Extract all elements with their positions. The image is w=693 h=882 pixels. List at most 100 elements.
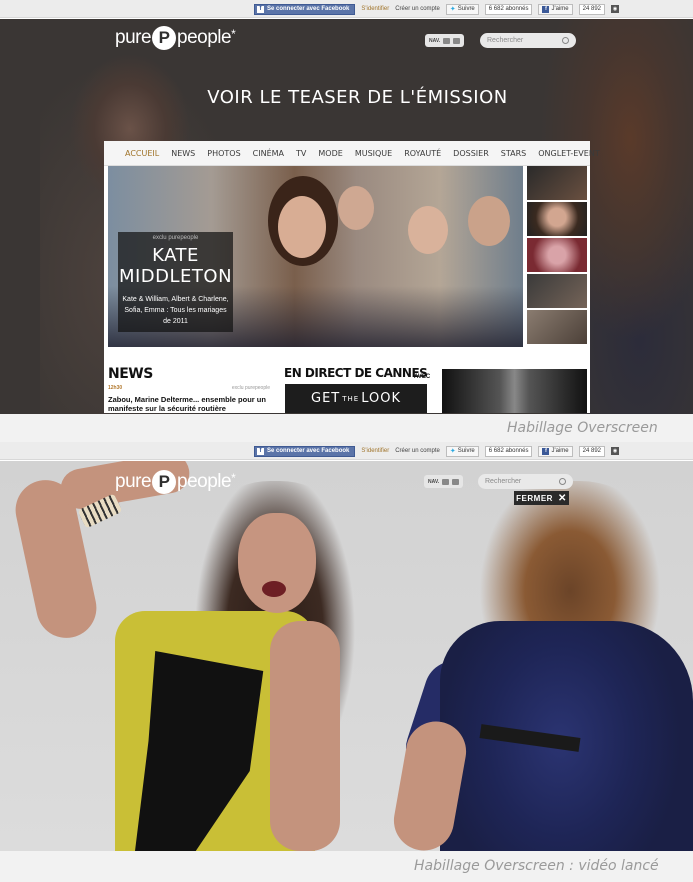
facebook-like-icon: f [542, 447, 550, 455]
main-nav: ACCUEIL NEWS PHOTOS CINÉMA TV MODE MUSIQ… [104, 141, 600, 166]
nav-item-news[interactable]: NEWS [171, 149, 195, 158]
search-placeholder: Rechercher [487, 37, 524, 44]
facebook-icon: f [257, 5, 264, 13]
site-content: ACCUEIL NEWS PHOTOS CINÉMA TV MODE MUSIQ… [104, 141, 600, 413]
overscreen-panel-static: pure P people * NAV. Rechercher VOIR LE … [0, 19, 693, 414]
search-input[interactable]: Rechercher [480, 33, 576, 48]
video-person-left-shoulder [270, 621, 340, 851]
nav-item-mode[interactable]: MODE [318, 149, 342, 158]
overscreen-panel-video: pure P people * NAV. Rechercher [0, 461, 693, 851]
facebook-like-button[interactable]: f J'aime [538, 3, 573, 15]
facebook-like-button[interactable]: f J'aime [538, 445, 573, 457]
hero-photo-bystander [408, 206, 448, 254]
nav-item-dossier[interactable]: DOSSIER [453, 149, 489, 158]
facebook-connect-button[interactable]: f Se connecter avec Facebook [254, 3, 356, 15]
news-exclu-label: exclu purepeople [231, 385, 270, 391]
search-icon[interactable] [562, 37, 569, 44]
thumbnail[interactable] [527, 202, 587, 236]
video-person-left-face [238, 513, 316, 613]
hero-photo-bystander [338, 186, 374, 230]
get-the-look-banner[interactable]: GET THE LOOK [285, 384, 427, 413]
nav-item-musique[interactable]: MUSIQUE [355, 149, 392, 158]
utility-bar: f Se connecter avec Facebook S'identifie… [0, 442, 693, 460]
search-input[interactable]: Rechercher [478, 474, 573, 489]
logo-star: * [231, 471, 236, 485]
nav-item-tv[interactable]: TV [296, 149, 306, 158]
thumbnail[interactable] [527, 238, 587, 272]
twitter-follow-label: Suivre [457, 6, 475, 12]
logo-disc: P [152, 26, 177, 50]
thumbnail[interactable] [527, 274, 587, 308]
news-time: 12h30 [108, 385, 123, 391]
facebook-connect-label: Se connecter avec Facebook [267, 448, 350, 454]
teaser-link[interactable]: VOIR LE TEASER DE L'ÉMISSION [0, 87, 693, 108]
close-video-button[interactable]: FERMER ✕ [514, 491, 569, 505]
hero-photo-bystander [468, 196, 510, 246]
hero-thumbnails [527, 166, 587, 347]
nav-toggle[interactable]: NAV. [424, 475, 464, 488]
nav-item-onglet-event[interactable]: ONGLET-EVENT [538, 149, 599, 158]
login-link[interactable]: S'identifier [361, 448, 389, 454]
thumbnail[interactable] [527, 310, 587, 344]
screenshot-frame: f Se connecter avec Facebook S'identifie… [0, 0, 693, 882]
nav-item-royaute[interactable]: ROYAUTÉ [404, 149, 441, 158]
monitor-icon [443, 37, 451, 44]
camera-icon [453, 37, 461, 44]
twitter-follow-button[interactable]: ✦ Suivre [445, 3, 479, 15]
caption-strip: Habillage Overscreen : vidéo lancé [0, 851, 693, 882]
get-the-look-word: LOOK [361, 391, 401, 406]
rss-icon[interactable]: ◉ [611, 5, 619, 13]
hero-caption[interactable]: exclu purepeople KATE MIDDLETON Kate & W… [118, 232, 233, 332]
facebook-connect-button[interactable]: f Se connecter avec Facebook [254, 445, 356, 457]
create-account-link[interactable]: Créer un compte [395, 448, 440, 454]
nav-label: NAV. [429, 37, 441, 44]
search-placeholder: Rechercher [485, 478, 522, 485]
twitter-follow-button[interactable]: ✦ Suivre [445, 445, 479, 457]
facebook-like-label: J'aime [551, 6, 569, 12]
close-video-label: FERMER [516, 493, 553, 503]
login-link[interactable]: S'identifier [361, 6, 389, 12]
hero-title: KATE MIDDLETON [118, 245, 233, 287]
video-thumbnail[interactable] [442, 369, 587, 413]
monitor-icon [442, 478, 450, 485]
logo-text-right: people [177, 27, 232, 48]
get-the-look-word: THE [342, 394, 360, 403]
logo-text-right: people [177, 471, 232, 492]
hero-subtitle: Kate & William, Albert & Charlene, Sofia… [122, 296, 229, 325]
news-section-title[interactable]: NEWS [108, 366, 153, 382]
facebook-like-count: 24 892 [578, 3, 605, 15]
logo-text-left: pure [115, 471, 152, 492]
nav-item-photos[interactable]: PHOTOS [207, 149, 240, 158]
nav-item-cinema[interactable]: CINÉMA [253, 149, 284, 158]
facebook-connect-label: Se connecter avec Facebook [267, 6, 350, 12]
hero-photo-face [278, 196, 326, 258]
nav-toggle[interactable]: NAV. [425, 34, 465, 47]
twitter-follow-label: Suivre [457, 448, 475, 454]
hero-title-line1: KATE [152, 245, 199, 266]
facebook-like-label: J'aime [551, 448, 569, 454]
caption-strip: Habillage Overscreen [0, 414, 693, 442]
hero-slide[interactable]: exclu purepeople KATE MIDDLETON Kate & W… [108, 166, 523, 347]
search-icon[interactable] [559, 478, 566, 485]
logo-disc: P [152, 470, 177, 494]
twitter-icon: ✦ [449, 448, 456, 455]
site-logo[interactable]: pure P people * [115, 470, 236, 494]
news-headline[interactable]: Zabou, Marine Delterme... ensemble pour … [108, 395, 273, 413]
hero-exclu-label: exclu purepeople [152, 235, 199, 241]
site-logo[interactable]: pure P people * [115, 26, 236, 50]
thumbnail[interactable] [527, 166, 587, 200]
nav-item-stars[interactable]: STARS [501, 149, 526, 158]
nav-item-accueil[interactable]: ACCUEIL [125, 149, 159, 158]
cannes-section-title[interactable]: EN DIRECT DE CANNES [284, 366, 428, 380]
facebook-like-icon: f [542, 5, 550, 13]
rss-icon[interactable]: ◉ [611, 447, 619, 455]
video-person-left-mouth [262, 581, 286, 597]
get-the-look-word: GET [311, 391, 341, 406]
facebook-icon: f [257, 447, 264, 455]
caption-habillage: Habillage Overscreen [507, 420, 658, 436]
twitter-count: 6 682 abonnés [484, 3, 533, 15]
twitter-count: 6 682 abonnés [484, 445, 533, 457]
hero-title-line2: MIDDLETON [118, 266, 233, 287]
nav-label: NAV. [428, 478, 440, 485]
create-account-link[interactable]: Créer un compte [395, 6, 440, 12]
